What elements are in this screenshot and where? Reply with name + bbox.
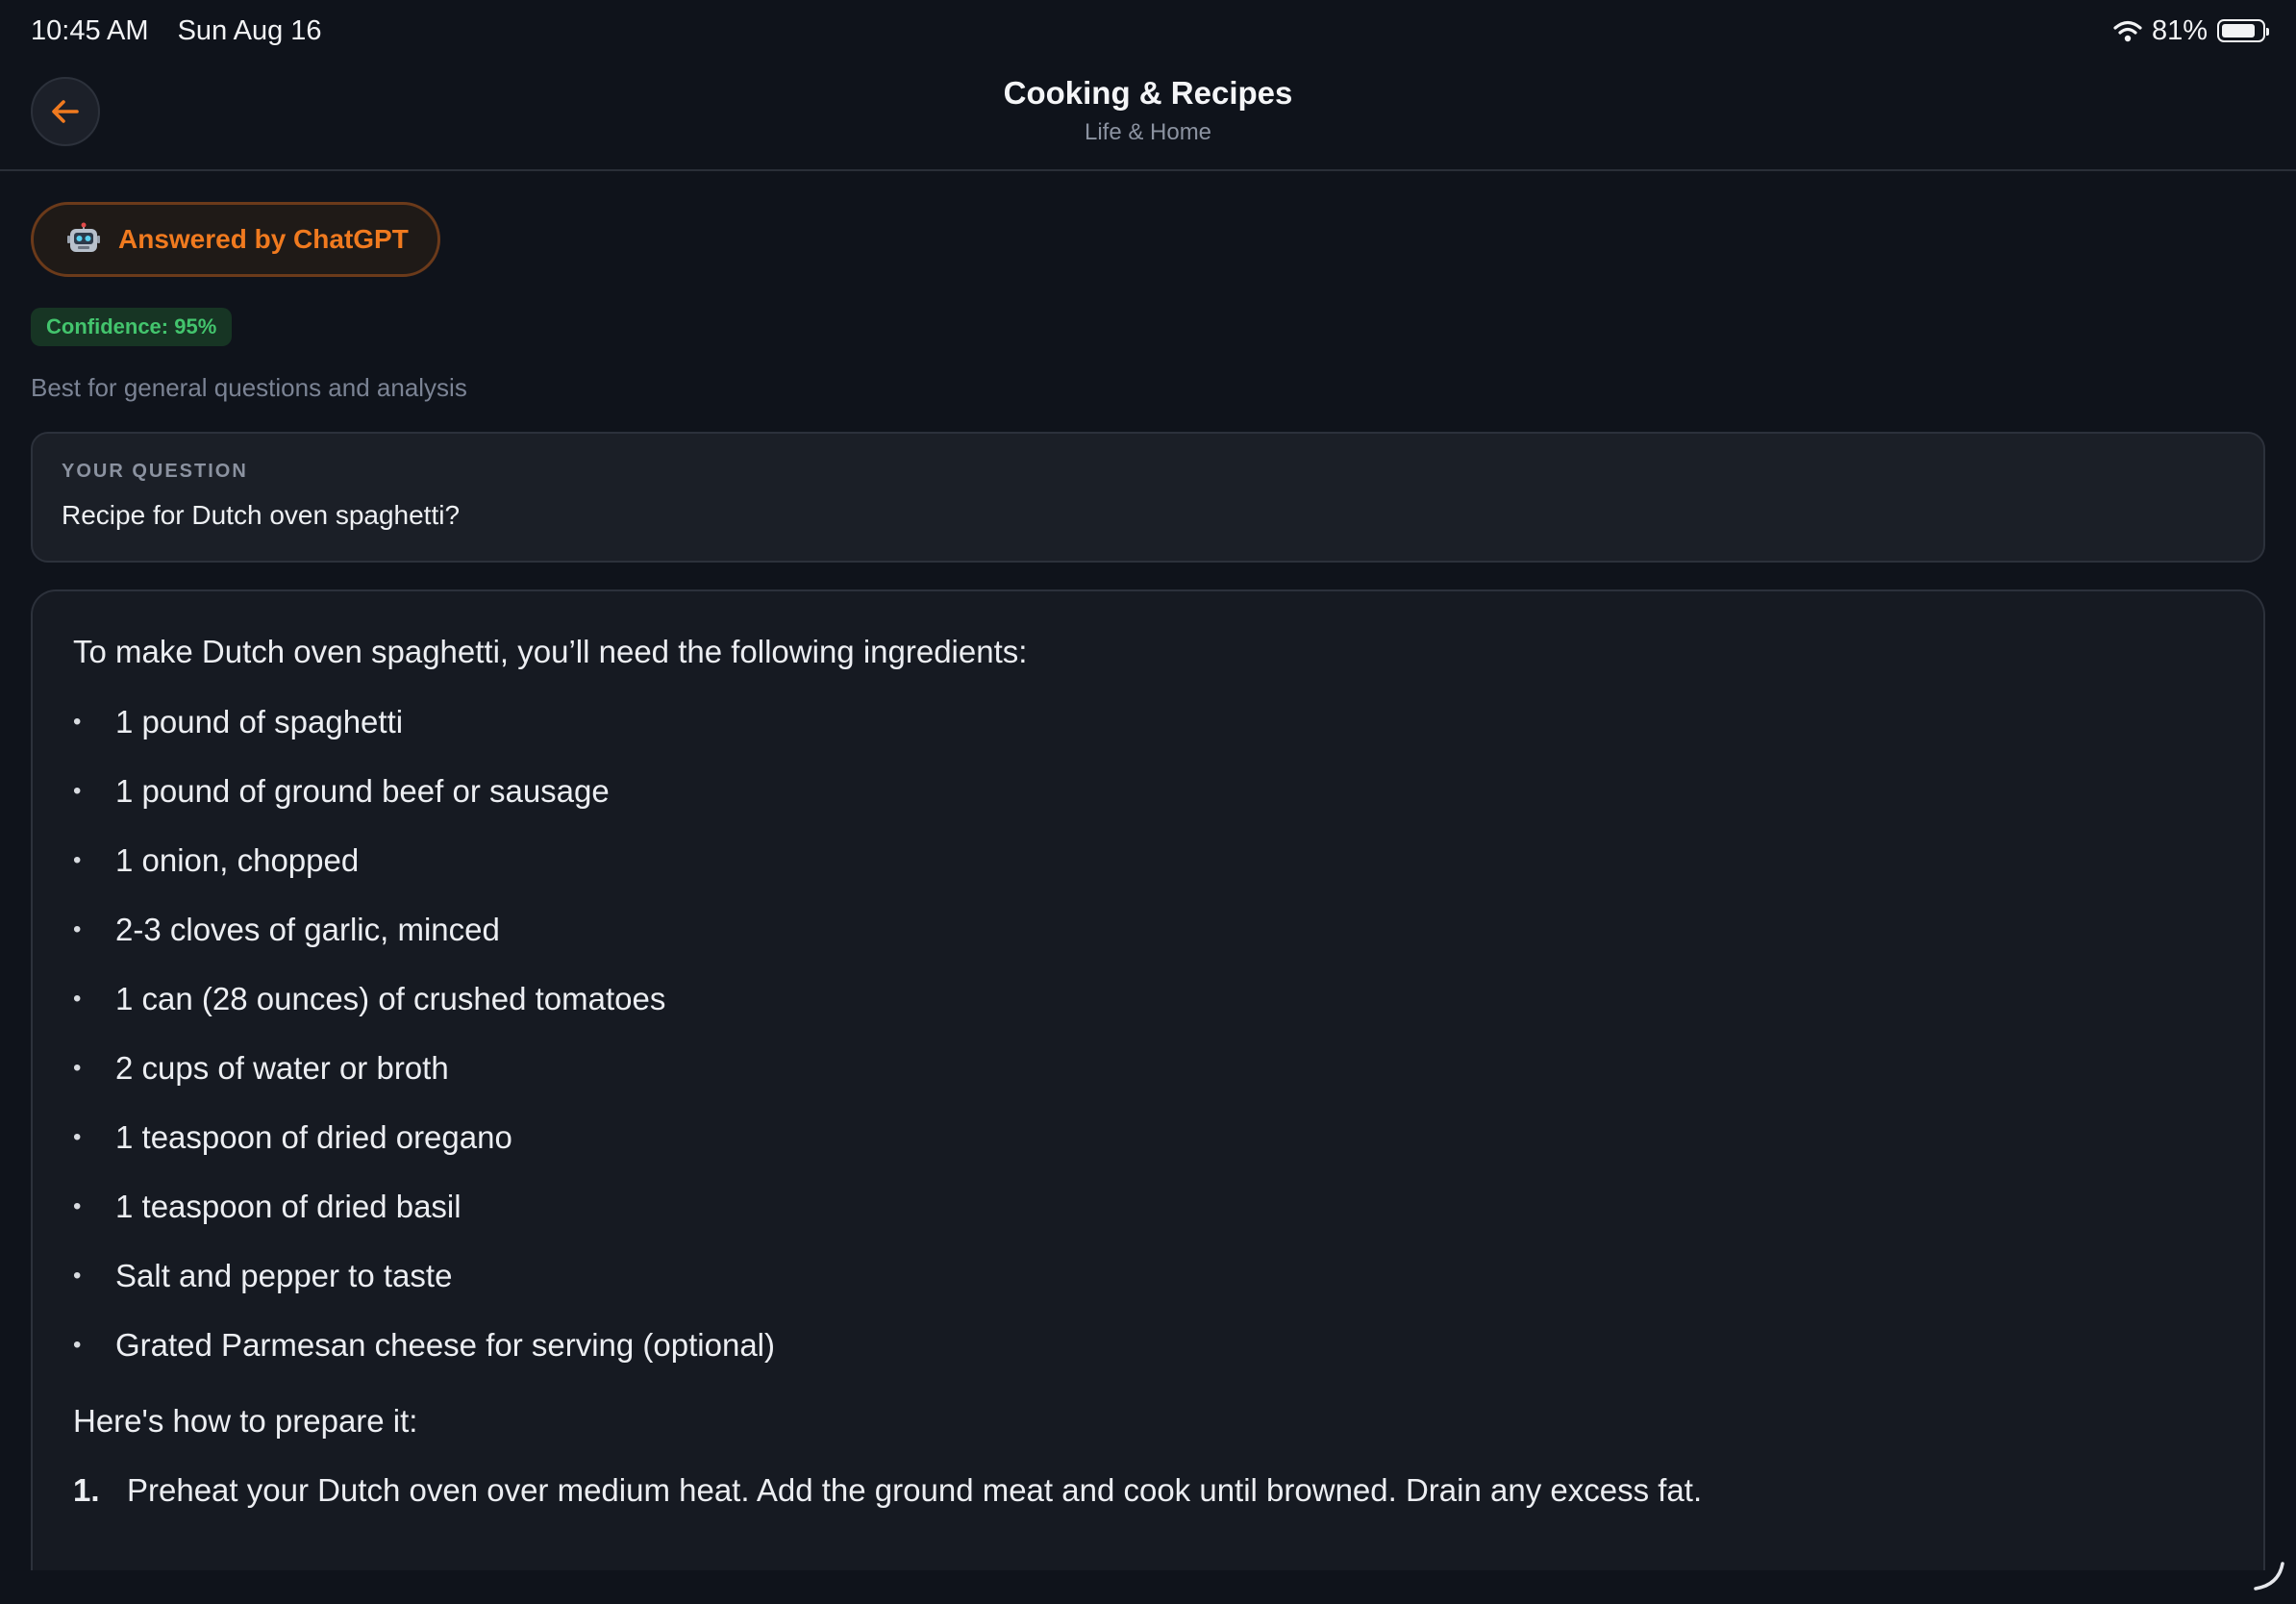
- status-time-date: 10:45 AM Sun Aug 16: [31, 15, 322, 47]
- list-item: Salt and pepper to taste: [73, 1257, 2223, 1326]
- question-card: YOUR QUESTION Recipe for Dutch oven spag…: [31, 432, 2265, 563]
- page-subtitle: Life & Home: [1084, 119, 1212, 145]
- answer-card: To make Dutch oven spaghetti, you’ll nee…: [31, 589, 2265, 1570]
- steps-list: 1. Preheat your Dutch oven over medium h…: [73, 1472, 2223, 1509]
- answered-by-label: Answered by ChatGPT: [118, 224, 409, 254]
- step-number: 1.: [73, 1472, 100, 1508]
- question-text: Recipe for Dutch oven spaghetti?: [62, 500, 461, 530]
- model-description: Best for general questions and analysis: [31, 373, 467, 402]
- robot-icon: [67, 222, 100, 252]
- list-item: 1 can (28 ounces) of crushed tomatoes: [73, 980, 2223, 1049]
- answer-intro: To make Dutch oven spaghetti, you’ll nee…: [73, 634, 1028, 669]
- question-label: YOUR QUESTION: [62, 461, 248, 482]
- list-item: 1 teaspoon of dried oregano: [73, 1118, 2223, 1188]
- list-item: Grated Parmesan cheese for serving (opti…: [73, 1326, 2223, 1395]
- list-item: 1 pound of spaghetti: [73, 703, 2223, 772]
- wifi-icon: [2113, 20, 2142, 42]
- status-indicators: 81%: [2113, 14, 2269, 47]
- list-item: 2 cups of water or broth: [73, 1049, 2223, 1118]
- list-item: 1 onion, chopped: [73, 841, 2223, 911]
- page-title: Cooking & Recipes: [1003, 75, 1293, 111]
- main-content: Answered by ChatGPT Confidence: 95% Best…: [31, 171, 2265, 1570]
- status-time: 10:45 AM: [31, 14, 149, 46]
- scroll-indicator-icon: [2254, 1562, 2284, 1591]
- step-item: 1. Preheat your Dutch oven over medium h…: [73, 1472, 2223, 1509]
- status-bar: 10:45 AM Sun Aug 16 81%: [0, 0, 2296, 62]
- list-item: 1 teaspoon of dried basil: [73, 1188, 2223, 1257]
- prep-intro: Here's how to prepare it:: [73, 1403, 418, 1439]
- list-item: 1 pound of ground beef or sausage: [73, 772, 2223, 841]
- confidence-badge: Confidence: 95%: [31, 308, 233, 346]
- battery-icon: [2217, 19, 2269, 42]
- step-text: Preheat your Dutch oven over medium heat…: [127, 1472, 1703, 1508]
- status-date: Sun Aug 16: [177, 14, 322, 46]
- list-item: 2-3 cloves of garlic, minced: [73, 911, 2223, 980]
- ingredients-list: 1 pound of spaghetti 1 pound of ground b…: [73, 703, 2223, 1395]
- header-titles: Cooking & Recipes Life & Home: [0, 75, 2296, 146]
- nav-header: Cooking & Recipes Life & Home: [0, 62, 2296, 171]
- battery-percent: 81%: [2151, 14, 2208, 46]
- answered-by-badge: Answered by ChatGPT: [31, 202, 440, 277]
